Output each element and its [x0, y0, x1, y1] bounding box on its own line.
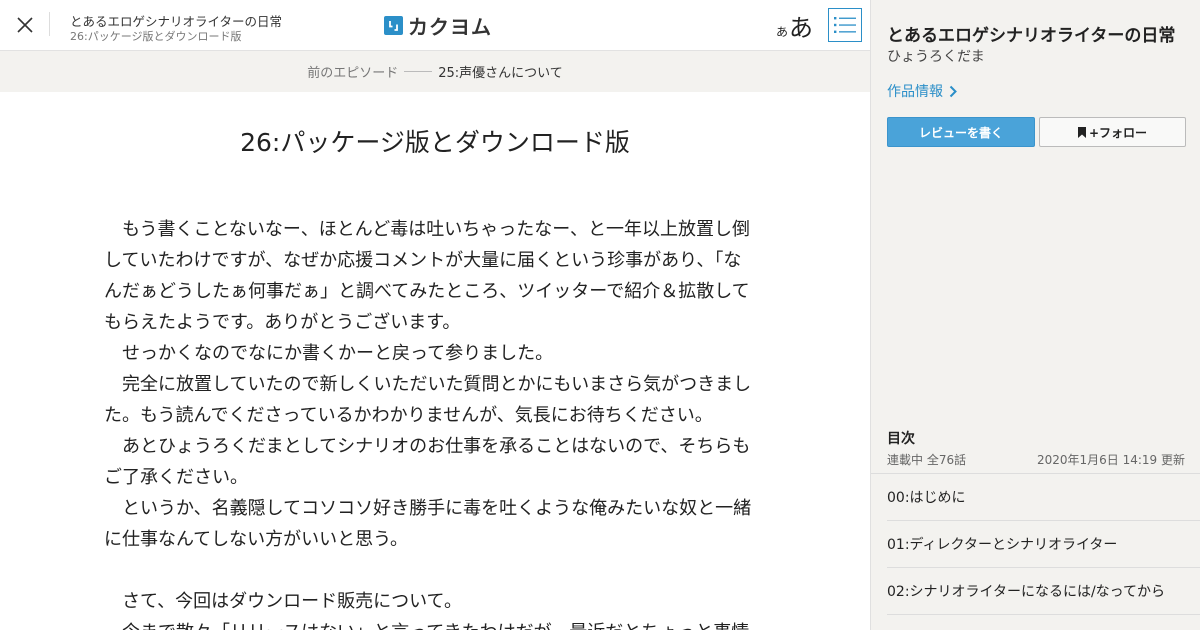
- header-divider: [49, 12, 50, 36]
- follow-button-label: +フォロー: [1088, 125, 1148, 140]
- reader-header: とあるエロゲシナリオライターの日常 26:パッケージ版とダウンロード版 カクヨム…: [0, 0, 870, 51]
- toc-item[interactable]: 00:はじめに: [887, 474, 1200, 521]
- body-paragraph: もう書くことないなー、ほとんど毒は吐いちゃったなー、と一年以上放置し倒していたわ…: [104, 219, 751, 333]
- list-icon: [834, 17, 856, 33]
- toc-list: 00:はじめに 01:ディレクターとシナリオライター 02:シナリオライターにな…: [871, 473, 1200, 615]
- toc-sidebar: とあるエロゲシナリオライターの日常 ひょうろくだま 作品情報 レビューを書く +…: [870, 0, 1200, 630]
- body-paragraph: さて、今回はダウンロード販売について。: [104, 591, 463, 612]
- prev-episode-label: 前のエピソード: [307, 66, 399, 81]
- episode-navigation: 前のエピソード 25:声優さんについて: [0, 51, 870, 92]
- toc-status: 連載中 全76話: [887, 453, 967, 467]
- close-icon: [17, 17, 33, 33]
- bracket-glyph: [389, 20, 398, 31]
- reader-main: とあるエロゲシナリオライターの日常 26:パッケージ版とダウンロード版 カクヨム…: [0, 0, 870, 630]
- toc-heading: 目次: [887, 431, 915, 447]
- kakuyomu-logo-mark: [384, 15, 403, 35]
- body-paragraph: せっかくなのでなにか書くかーと戻って参りました。: [104, 343, 554, 364]
- font-size-small-glyph: あ: [776, 25, 789, 39]
- chevron-right-icon: [949, 85, 957, 97]
- follow-button[interactable]: +フォロー: [1039, 117, 1186, 147]
- body-paragraph: 今まで散々「リリースはない」と言ってきたわけだが、最近だとちょっと事情: [104, 617, 754, 630]
- close-button[interactable]: [8, 8, 42, 42]
- toc-toggle-button[interactable]: [828, 8, 862, 42]
- body-paragraph: 完全に放置していたので新しくいただいた質問とかにもいまさら気がつきました。もう読…: [104, 374, 752, 426]
- write-review-button[interactable]: レビューを書く: [887, 117, 1035, 147]
- logo-text: カクヨム: [408, 14, 492, 39]
- work-info-label: 作品情報: [887, 84, 943, 100]
- work-info-link[interactable]: 作品情報: [887, 81, 957, 101]
- sidebar-work-title[interactable]: とあるエロゲシナリオライターの日常: [887, 21, 1175, 46]
- body-paragraph: あとひょうろくだまとしてシナリオのお仕事を承ることはないので、そちらもご了承くだ…: [104, 436, 751, 488]
- episode-title: 26:パッケージ版とダウンロード版: [240, 128, 630, 157]
- body-paragraph: というか、名義隠してコソコソ好き勝手に毒を吐くような俺みたいな奴と一緒に仕事なん…: [104, 498, 752, 550]
- toc-updated-date: 2020年1月6日 14:19 更新: [1036, 453, 1185, 467]
- toc-item[interactable]: 01:ディレクターとシナリオライター: [887, 521, 1200, 568]
- episode-subtitle: 26:パッケージ版とダウンロード版: [70, 30, 242, 43]
- bookmark-icon: [1077, 126, 1086, 138]
- kakuyomu-logo[interactable]: カクヨム: [384, 13, 492, 39]
- sidebar-author-link[interactable]: ひょうろくだま: [887, 46, 985, 66]
- episode-body: もう書くことないなー、ほとんど毒は吐いちゃったなー、と一年以上放置し倒していたわ…: [104, 214, 754, 630]
- toc-item[interactable]: 02:シナリオライターになるには/なってから: [887, 568, 1200, 615]
- font-size-button[interactable]: あ あ: [776, 8, 813, 42]
- font-size-large-glyph: あ: [789, 14, 814, 42]
- prev-episode-link[interactable]: 25:声優さんについて: [438, 62, 563, 81]
- nav-divider-line: [404, 71, 433, 72]
